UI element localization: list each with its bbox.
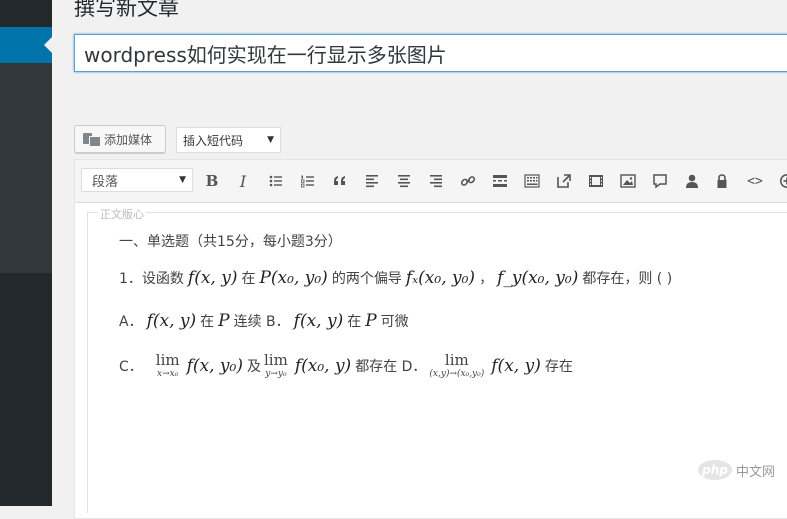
- text-segment: 都存在，则 ( ): [582, 268, 672, 288]
- php-logo: php: [698, 460, 732, 480]
- text-segment: 1．设函数: [119, 268, 184, 288]
- question-1: 1．设函数 f(x, y) 在 P(x₀, y₀) 的两个偏导 fₓ(x₀, y…: [119, 268, 672, 288]
- text-segment: 都存在 D．: [355, 356, 426, 376]
- limit-expression: lim y→y₀: [264, 353, 288, 379]
- align-left-icon[interactable]: [362, 170, 382, 192]
- lim-subscript: x→x₀: [157, 370, 178, 379]
- text-segment: 连续 B．: [234, 311, 290, 331]
- editor-content[interactable]: 正文版心 一、单选题（共15分，每小题3分） 1．设函数 f(x, y) 在 P…: [87, 212, 787, 513]
- add-media-button[interactable]: 添加媒体: [74, 125, 166, 153]
- watermark-text: 中文网: [736, 461, 775, 480]
- math-expression: f_y(x₀, y₀): [497, 268, 578, 288]
- external-link-icon[interactable]: [554, 170, 574, 192]
- text-segment: 在: [347, 311, 361, 331]
- align-right-icon[interactable]: [426, 170, 446, 192]
- text-segment: 在: [200, 311, 214, 331]
- math-expression: P: [218, 311, 229, 331]
- math-expression: f(x, y): [147, 311, 197, 331]
- lock-icon[interactable]: [712, 170, 732, 192]
- text-segment: C．: [119, 356, 143, 376]
- blockquote-icon[interactable]: [330, 170, 350, 192]
- math-expression: f(x, y): [491, 356, 541, 376]
- math-expression: f(x, y₀): [187, 356, 243, 376]
- question-heading: 一、单选题（共15分，每小题3分）: [119, 231, 342, 251]
- sidebar-submenu: [0, 63, 52, 273]
- format-value: 段落: [92, 171, 118, 190]
- math-expression: f(x, y): [188, 268, 238, 288]
- insert-shortcode-label: 插入短代码: [183, 132, 243, 149]
- math-expression: P: [365, 311, 376, 331]
- text-segment: 的两个偏导: [332, 268, 402, 288]
- lim-label: lim: [445, 353, 469, 368]
- lim-subscript: (x,y)→(x₀,y₀): [429, 370, 484, 379]
- active-menu-arrow: [44, 37, 52, 53]
- watermark: php 中文网: [698, 460, 775, 480]
- limit-expression: lim x→x₀: [156, 353, 180, 379]
- numbered-list-icon[interactable]: [298, 170, 318, 192]
- media-icon: [83, 132, 99, 146]
- question-1-options-ab: A． f(x, y) 在 P 连续 B． f(x, y) 在 P 可微: [119, 311, 409, 331]
- link-icon[interactable]: [458, 170, 478, 192]
- math-expression: f(x, y): [294, 311, 344, 331]
- lim-label: lim: [156, 353, 180, 368]
- post-title-input[interactable]: wordpress如何实现在一行显示多张图片: [74, 34, 787, 72]
- bullet-list-icon[interactable]: [266, 170, 286, 192]
- user-icon[interactable]: [682, 170, 702, 192]
- dropdown-caret-icon: ▼: [179, 175, 186, 185]
- question-heading-text: 一、单选题（共15分，每小题3分）: [119, 231, 342, 251]
- limit-expression: lim (x,y)→(x₀,y₀): [429, 353, 484, 379]
- plus-circle-icon[interactable]: [777, 170, 787, 192]
- text-segment: 可微: [381, 311, 409, 331]
- italic-icon[interactable]: I: [233, 170, 253, 192]
- text-segment: ，: [479, 268, 493, 288]
- add-media-label: 添加媒体: [104, 131, 152, 148]
- math-expression: fₓ(x₀, y₀): [406, 268, 475, 288]
- question-1-options-cd: C． lim x→x₀ f(x, y₀) 及 lim y→y₀ f(x₀, y)…: [119, 353, 573, 379]
- video-icon[interactable]: [586, 170, 606, 192]
- text-segment: 在: [241, 268, 255, 288]
- insert-shortcode-select[interactable]: 插入短代码 ▼: [176, 127, 281, 153]
- lim-subscript: y→y₀: [265, 370, 286, 379]
- image-icon[interactable]: [618, 170, 638, 192]
- text-segment: 存在: [545, 356, 573, 376]
- math-expression: P(x₀, y₀): [259, 268, 327, 288]
- lim-label: lim: [264, 353, 288, 368]
- format-select[interactable]: 段落 ▼: [81, 168, 193, 192]
- admin-sidebar: [0, 0, 52, 506]
- editor: 段落 ▼ B I: [74, 159, 787, 519]
- page-title: 撰写新文章: [74, 0, 179, 22]
- dropdown-caret-icon: ▼: [267, 135, 274, 145]
- toolbar-toggle-icon[interactable]: [522, 170, 542, 192]
- math-expression: f(x₀, y): [295, 356, 351, 376]
- comment-icon[interactable]: [650, 170, 670, 192]
- read-more-icon[interactable]: [490, 170, 510, 192]
- code-icon[interactable]: <>: [745, 170, 765, 192]
- content-legend: 正文版心: [98, 206, 146, 222]
- align-center-icon[interactable]: [394, 170, 414, 192]
- bold-icon[interactable]: B: [202, 170, 222, 192]
- text-segment: A．: [119, 311, 143, 331]
- text-segment: 及: [247, 356, 261, 376]
- editor-toolbar: 段落 ▼ B I: [75, 160, 787, 203]
